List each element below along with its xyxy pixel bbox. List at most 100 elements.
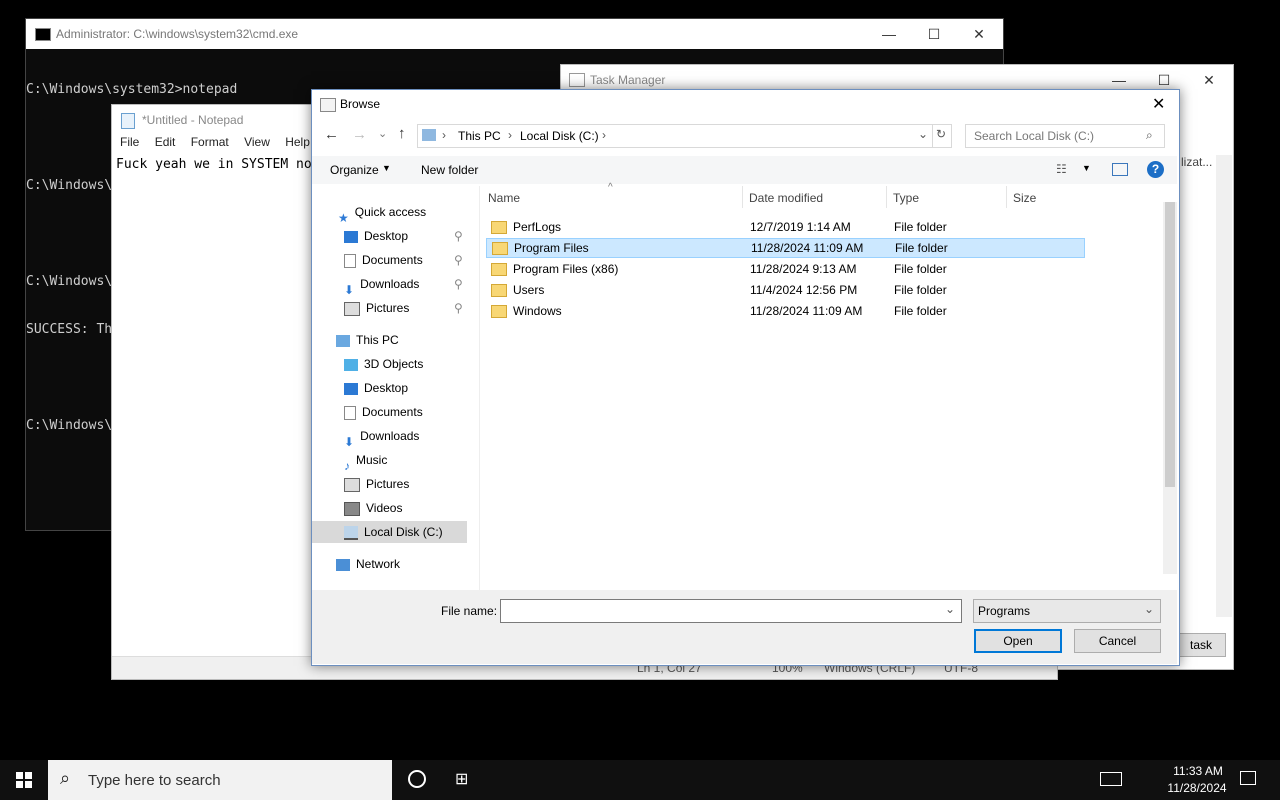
pin-icon[interactable]: ⚲: [454, 229, 463, 243]
view-options-icon[interactable]: ☷: [1056, 162, 1067, 176]
search-box[interactable]: Search Local Disk (C:) ⌕: [965, 124, 1165, 148]
search-input[interactable]: Search Local Disk (C:): [974, 129, 1094, 143]
back-arrow-icon[interactable]: ←: [324, 126, 339, 143]
file-type: File folder: [894, 262, 947, 276]
cmd-title: Administrator: C:\windows\system32\cmd.e…: [56, 27, 299, 41]
windows-start-icon[interactable]: [16, 772, 32, 788]
nav-network[interactable]: Network: [336, 553, 400, 575]
pin-icon[interactable]: ⚲: [454, 301, 463, 315]
file-date: 11/4/2024 12:56 PM: [750, 283, 858, 297]
folder-icon: [491, 263, 507, 277]
cortana-icon[interactable]: [408, 770, 426, 788]
clock-date[interactable]: 11/28/2024: [1162, 781, 1232, 795]
column-name[interactable]: Name: [488, 191, 520, 205]
breadcrumb-local-disk[interactable]: Local Disk (C:): [520, 129, 599, 143]
notepad-menubar: File Edit Format View Help: [112, 135, 314, 155]
refresh-icon[interactable]: ↻: [936, 127, 946, 141]
file-name: PerfLogs: [513, 220, 562, 234]
chevron-down-icon[interactable]: ⌄: [945, 602, 955, 616]
close-icon[interactable]: ✕: [1186, 65, 1232, 95]
taskbar-search-box[interactable]: ⌕ Type here to search: [48, 760, 392, 800]
forward-arrow-icon[interactable]: →: [352, 126, 367, 143]
menu-file[interactable]: File: [120, 135, 139, 149]
file-row[interactable]: PerfLogs 12/7/2019 1:14 AM File folder: [486, 217, 1083, 237]
notepad-icon: [121, 113, 135, 129]
file-row[interactable]: Users 11/4/2024 12:56 PM File folder: [486, 280, 1083, 300]
menu-edit[interactable]: Edit: [155, 135, 176, 149]
nav-pictures[interactable]: Pictures: [344, 297, 409, 319]
menu-help[interactable]: Help: [285, 135, 310, 149]
up-arrow-icon[interactable]: ↑: [398, 125, 406, 142]
chevron-down-icon[interactable]: ⌄: [1144, 602, 1154, 616]
nav-label: Pictures: [366, 477, 410, 491]
clock-time[interactable]: 11:33 AM: [1166, 764, 1230, 778]
nav-local-disk[interactable]: Local Disk (C:): [344, 521, 443, 543]
notification-icon[interactable]: [1240, 771, 1256, 785]
nav-downloads[interactable]: ⬇ Downloads: [344, 273, 420, 297]
nav-desktop-pc[interactable]: Desktop: [344, 377, 408, 399]
file-date: 11/28/2024 11:09 AM: [751, 241, 864, 255]
chevron-down-icon[interactable]: ▼: [382, 163, 391, 173]
pin-icon[interactable]: ⚲: [454, 277, 463, 291]
taskbar-search-input[interactable]: Type here to search: [88, 772, 221, 789]
column-size[interactable]: Size: [1013, 191, 1036, 205]
scrollbar[interactable]: [1216, 155, 1232, 617]
cmd-titlebar[interactable]: Administrator: C:\windows\system32\cmd.e…: [26, 19, 1003, 49]
nav-music[interactable]: ♪ Music: [344, 449, 388, 473]
minimize-icon[interactable]: —: [866, 19, 912, 49]
task-view-icon[interactable]: ⊞: [455, 769, 468, 789]
column-date[interactable]: Date modified: [749, 191, 823, 205]
chevron-down-icon[interactable]: ⌄: [918, 127, 928, 141]
breadcrumb-separator-icon: ›: [508, 128, 512, 142]
cancel-button[interactable]: Cancel: [1074, 629, 1161, 653]
nav-documents-pc[interactable]: Documents: [344, 401, 423, 423]
scrollbar[interactable]: [1163, 202, 1177, 574]
file-type: File folder: [894, 304, 947, 318]
close-icon[interactable]: ✕: [1152, 94, 1165, 114]
folder-icon: [491, 305, 507, 319]
address-bar[interactable]: › This PC › Local Disk (C:) › ⌄ ↻: [417, 124, 952, 148]
menu-view[interactable]: View: [244, 135, 270, 149]
close-icon[interactable]: ✕: [956, 19, 1002, 49]
chevron-down-icon[interactable]: ▼: [1082, 163, 1091, 173]
cmd-icon: [35, 28, 51, 41]
nav-pictures-pc[interactable]: Pictures: [344, 473, 409, 495]
nav-label: Downloads: [360, 277, 420, 291]
column-header[interactable]: lizat...: [1181, 155, 1212, 169]
nav-documents[interactable]: Documents: [344, 249, 423, 271]
organize-button[interactable]: Organize: [330, 163, 379, 177]
nav-label: Music: [356, 453, 388, 467]
preview-pane-icon[interactable]: [1112, 163, 1128, 176]
file-type-filter[interactable]: Programs ⌄: [973, 599, 1161, 623]
pictures-icon: [344, 477, 360, 492]
browse-dialog[interactable]: Browse ✕ ← → ⌄ ↑ › This PC › Local Disk …: [311, 89, 1180, 666]
recent-dropdown-icon[interactable]: ⌄: [378, 127, 387, 140]
pin-icon[interactable]: ⚲: [454, 253, 463, 267]
nav-label: Local Disk (C:): [364, 525, 443, 539]
file-row-selected[interactable]: Program Files 11/28/2024 11:09 AM File f…: [486, 238, 1085, 258]
nav-downloads-pc[interactable]: ⬇ Downloads: [344, 425, 419, 449]
end-task-button[interactable]: task: [1176, 633, 1226, 657]
keyboard-icon[interactable]: [1100, 772, 1122, 786]
new-folder-button[interactable]: New folder: [421, 163, 478, 177]
nav-this-pc[interactable]: This PC: [336, 329, 399, 351]
open-button[interactable]: Open: [974, 629, 1062, 653]
breadcrumb-separator-icon: ›: [442, 128, 446, 142]
file-row[interactable]: Program Files (x86) 11/28/2024 9:13 AM F…: [486, 259, 1083, 279]
maximize-icon[interactable]: ☐: [911, 19, 957, 49]
file-name-input[interactable]: ⌄: [500, 599, 962, 623]
search-icon[interactable]: ⌕: [1146, 128, 1153, 143]
file-name: Users: [513, 283, 545, 297]
nav-videos[interactable]: Videos: [344, 497, 402, 519]
nav-3d-objects[interactable]: 3D Objects: [344, 353, 423, 375]
file-row[interactable]: Windows 11/28/2024 11:09 AM File folder: [486, 301, 1083, 321]
file-date: 12/7/2019 1:14 AM: [750, 220, 851, 234]
help-icon[interactable]: ?: [1147, 161, 1164, 178]
nav-quick-access[interactable]: ★ Quick access: [338, 201, 426, 225]
menu-format[interactable]: Format: [191, 135, 229, 149]
breadcrumb-this-pc[interactable]: This PC: [458, 129, 501, 143]
nav-desktop[interactable]: Desktop: [344, 225, 408, 247]
scrollbar-thumb[interactable]: [1165, 202, 1175, 487]
notepad-text-area[interactable]: Fuck yeah we in SYSTEM no: [116, 157, 312, 172]
column-type[interactable]: Type: [893, 191, 919, 205]
